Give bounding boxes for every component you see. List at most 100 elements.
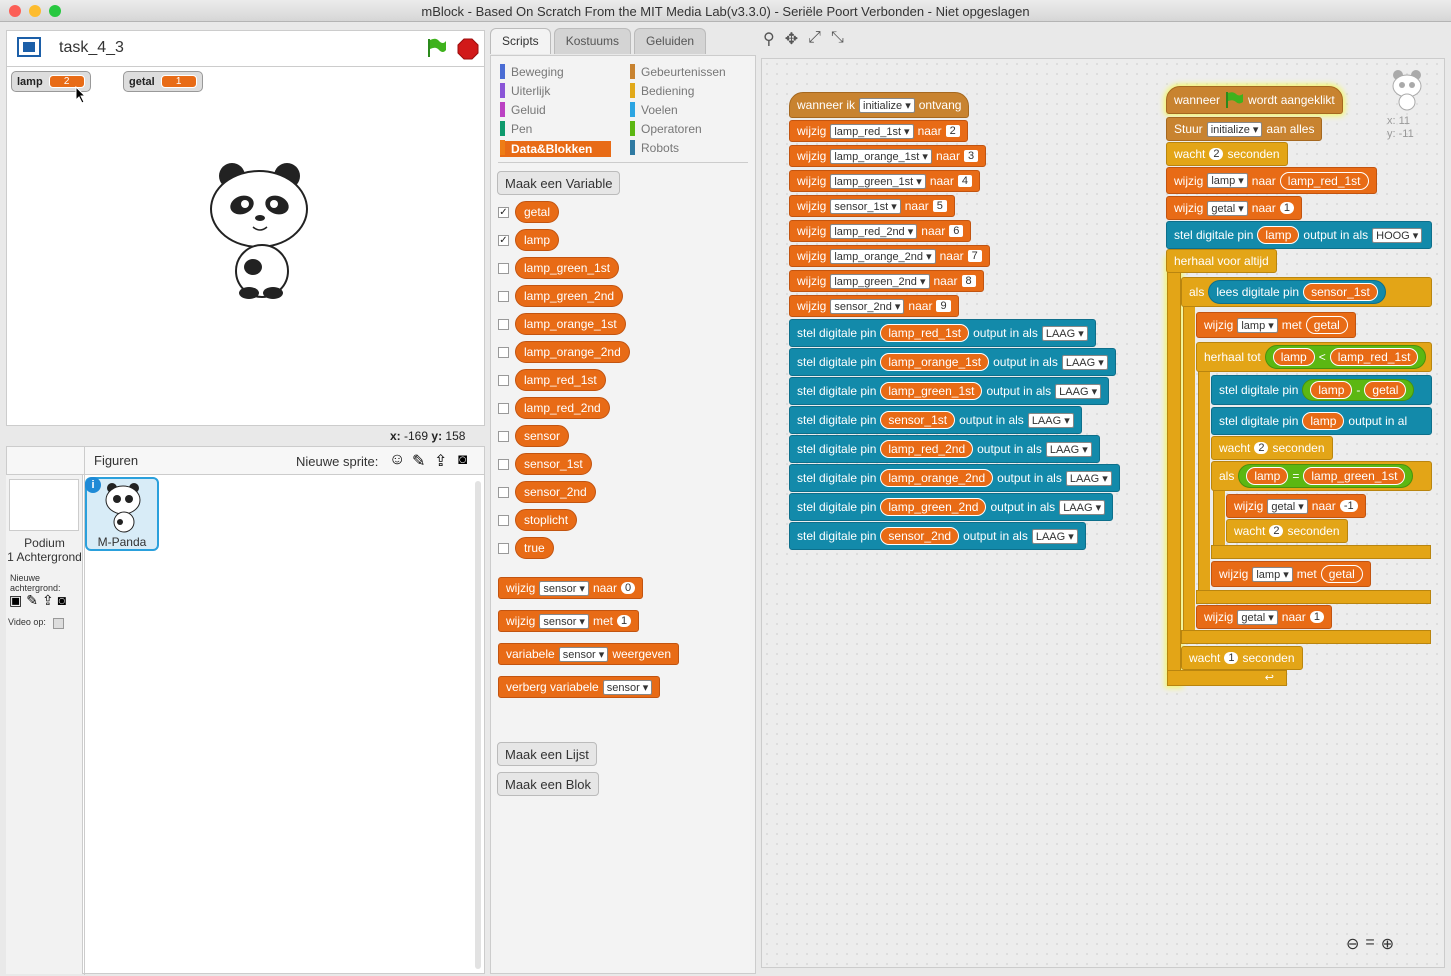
s2-set-getal[interactable]: wijziggetalnaar1 [1166, 196, 1302, 220]
tab-scripts[interactable]: Scripts [490, 28, 551, 54]
make-list-button[interactable]: Maak een Lijst [497, 742, 597, 766]
variable-reporter[interactable]: getal [515, 201, 560, 223]
s1-set-block[interactable]: wijzigsensor_2ndnaar9 [789, 295, 959, 317]
variable-reporter[interactable]: lamp_orange_2nd [515, 341, 630, 363]
variable-checkbox[interactable]: ✓ [498, 206, 509, 218]
fullscreen-icon[interactable] [17, 37, 41, 57]
variable-checkbox[interactable]: ✓ [498, 234, 509, 246]
paint-backdrop-icon[interactable]: ✎ [26, 592, 38, 609]
s2-wait3[interactable]: wacht 2 seconden [1226, 519, 1348, 543]
s1-set-block[interactable]: wijziglamp_red_1stnaar2 [789, 120, 968, 142]
tab-costumes[interactable]: Kostuums [553, 28, 632, 54]
grow-icon[interactable]: ⤢ [808, 29, 821, 49]
s2-wait[interactable]: wacht 2 seconden [1166, 142, 1288, 166]
getal-monitor[interactable]: getal 1 [123, 71, 203, 92]
variable-reporter[interactable]: lamp_red_1st [515, 369, 606, 391]
video-checkbox[interactable] [53, 618, 64, 629]
panda-sprite[interactable] [205, 161, 315, 301]
s2-wait2[interactable]: wacht 2 seconden [1211, 436, 1333, 460]
variable-checkbox[interactable] [498, 542, 509, 554]
category-pen[interactable]: Pen [500, 121, 532, 136]
category-voelen[interactable]: Voelen [630, 102, 678, 117]
category-bediening[interactable]: Bediening [630, 83, 694, 98]
s2-if2[interactable]: als lamp = lamp_green_1st [1211, 461, 1432, 491]
camera-backdrop-icon[interactable]: ◙ [58, 592, 66, 609]
s1-set-block[interactable]: wijziglamp_green_2ndnaar8 [789, 270, 984, 292]
s2-flag-hat[interactable]: wanneer wordt aangeklikt [1166, 86, 1343, 114]
variable-checkbox[interactable] [498, 514, 509, 526]
category-data-blokken[interactable]: Data&Blokken [500, 140, 612, 157]
category-beweging[interactable]: Beweging [500, 64, 564, 79]
delete-icon[interactable]: ✥ [785, 29, 798, 49]
s1-set-block[interactable]: wijziglamp_orange_2ndnaar7 [789, 245, 990, 267]
category-robots[interactable]: Robots [630, 140, 679, 155]
s2-change-lamp[interactable]: wijziglampmetgetal [1196, 312, 1356, 338]
make-block-button[interactable]: Maak een Blok [497, 772, 599, 796]
sprite-scrollbar[interactable] [475, 481, 481, 969]
s1-pin-block[interactable]: stel digitale pin sensor_2nd output in als… [789, 522, 1086, 550]
variable-reporter[interactable]: lamp_orange_1st [515, 313, 626, 335]
palette-set-block[interactable]: wijzigsensornaar0 [498, 577, 644, 599]
variable-reporter[interactable]: sensor_2nd [515, 481, 596, 503]
s2-set-getal3[interactable]: wijziggetalnaar1 [1196, 605, 1332, 629]
s1-pin-block[interactable]: stel digitale pin lamp_orange_1st output i… [789, 348, 1116, 376]
upload-backdrop-icon[interactable]: ⇪ [42, 592, 54, 609]
s2-set-getal2[interactable]: wijziggetalnaar-1 [1226, 494, 1366, 518]
zoom-reset-icon[interactable]: = [1365, 934, 1374, 954]
s1-pin-block[interactable]: stel digitale pin lamp_red_2nd output in a… [789, 435, 1100, 463]
s1-pin-block[interactable]: stel digitale pin lamp_green_1st output in… [789, 377, 1110, 405]
variable-checkbox[interactable] [498, 290, 509, 302]
s2-forever[interactable]: herhaal voor altijd [1166, 249, 1277, 273]
variable-reporter[interactable]: sensor_1st [515, 453, 592, 475]
variable-checkbox[interactable] [498, 430, 509, 442]
variable-reporter[interactable]: lamp_green_1st [515, 257, 620, 279]
s2-change-lamp2[interactable]: wijziglampmetgetal [1211, 561, 1371, 587]
s1-receive-hat[interactable]: wanneer ikinitializeontvang [789, 92, 970, 118]
variable-reporter[interactable]: true [515, 537, 554, 559]
sprite-thumbnail[interactable]: i M-Panda [85, 477, 159, 551]
tab-sounds[interactable]: Geluiden [634, 28, 707, 54]
variable-checkbox[interactable] [498, 486, 509, 498]
sprite-library-icon[interactable]: ☺ [389, 451, 405, 469]
s1-pin-block[interactable]: stel digitale pin lamp_green_2nd output in… [789, 493, 1114, 521]
palette-change-block[interactable]: wijzigsensormet1 [498, 610, 640, 632]
palette-hide-block[interactable]: verberg variabele sensor [498, 676, 661, 698]
camera-sprite-icon[interactable]: ◙ [458, 451, 467, 468]
variable-checkbox[interactable] [498, 402, 509, 414]
s2-pin2[interactable]: stel digitale pin lamp - getal [1211, 375, 1432, 405]
s2-until[interactable]: herhaal tot lamp < lamp_red_1st [1196, 342, 1432, 372]
backdrop-library-icon[interactable]: ▣ [9, 592, 22, 609]
variable-checkbox[interactable] [498, 458, 509, 470]
podium-pane[interactable]: Podium 1 Achtergrond Nieuwe achtergrond:… [6, 475, 83, 974]
green-flag-icon[interactable] [425, 37, 447, 59]
upload-sprite-icon[interactable]: ⇪ [434, 451, 447, 471]
category-operatoren[interactable]: Operatoren [630, 121, 702, 136]
s1-set-block[interactable]: wijziglamp_green_1stnaar4 [789, 170, 980, 192]
variable-checkbox[interactable] [498, 346, 509, 358]
s1-pin-block[interactable]: stel digitale pin lamp_orange_2nd output i… [789, 464, 1120, 492]
s1-set-block[interactable]: wijziglamp_orange_1stnaar3 [789, 145, 987, 167]
info-icon[interactable]: i [85, 477, 101, 493]
s2-pin3[interactable]: stel digitale pin lamp output in al [1211, 407, 1432, 435]
variable-checkbox[interactable] [498, 374, 509, 386]
stage[interactable] [6, 66, 485, 426]
project-name[interactable]: task_4_3 [59, 39, 124, 57]
stop-icon[interactable] [457, 38, 479, 60]
s2-wait4[interactable]: wacht 1 seconden [1181, 646, 1303, 670]
s2-broadcast[interactable]: Stuurinitializeaan alles [1166, 117, 1323, 141]
category-geluid[interactable]: Geluid [500, 102, 546, 117]
category-gebeurtenissen[interactable]: Gebeurtenissen [630, 64, 726, 79]
variable-reporter[interactable]: lamp [515, 229, 560, 251]
s1-pin-block[interactable]: stel digitale pin lamp_red_1st output in a… [789, 319, 1096, 347]
s2-set-lamp[interactable]: wijziglampnaarlamp_red_1st [1166, 167, 1377, 194]
s1-pin-block[interactable]: stel digitale pin sensor_1st output in als… [789, 406, 1082, 434]
palette-show-block[interactable]: variabelesensorweergeven [498, 643, 680, 665]
paint-sprite-icon[interactable]: ✎ [412, 451, 425, 471]
backdrop-thumbnail[interactable] [9, 479, 79, 531]
variable-reporter[interactable]: sensor [515, 425, 570, 447]
variable-checkbox[interactable] [498, 262, 509, 274]
s1-set-block[interactable]: wijziglamp_red_2ndnaar6 [789, 220, 972, 242]
make-variable-button[interactable]: Maak een Variable [497, 171, 621, 195]
category-uiterlijk[interactable]: Uiterlijk [500, 83, 550, 98]
zoom-in-icon[interactable]: ⊕ [1381, 934, 1394, 954]
